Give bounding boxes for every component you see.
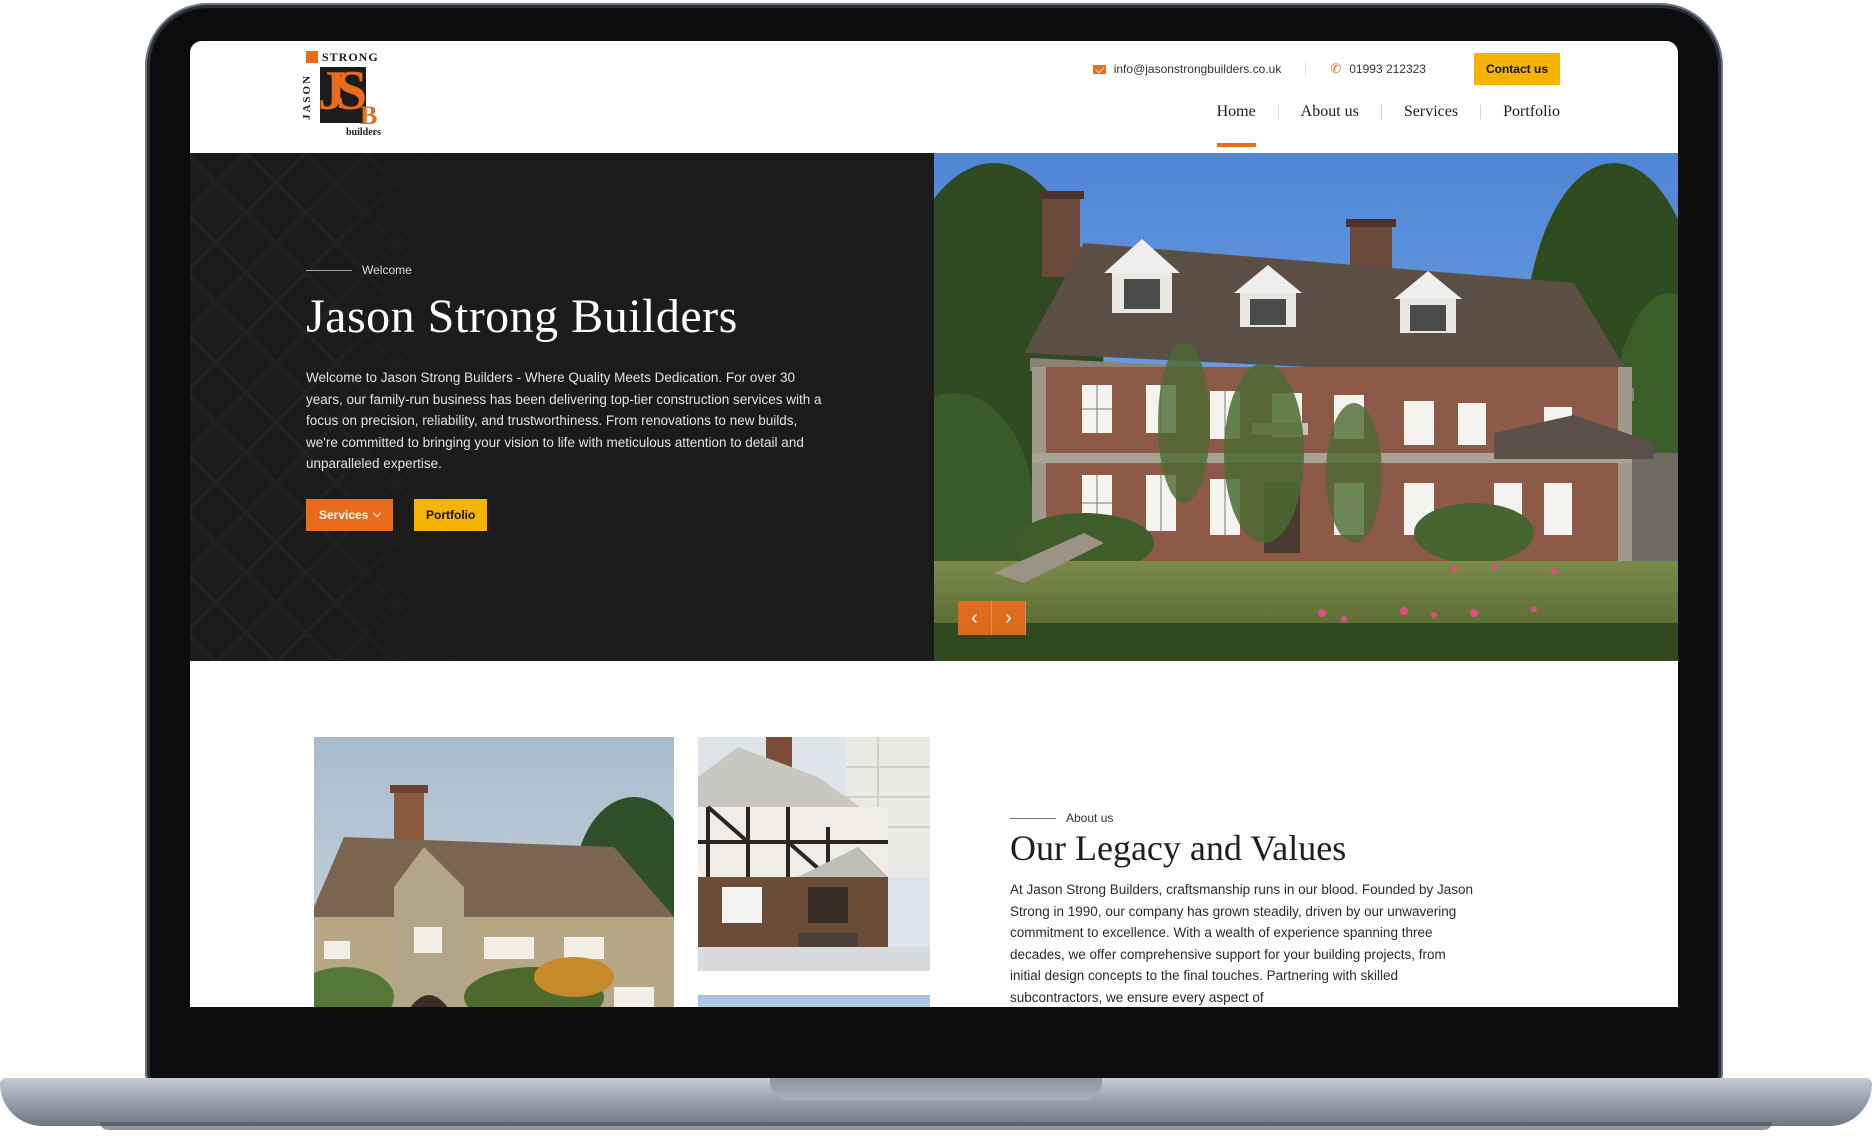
hero-section: Welcome Jason Strong Builders Welcome to… xyxy=(190,153,1678,661)
nav-home[interactable]: Home xyxy=(1216,97,1256,147)
laptop-frame: STRONG JASON JS B builders info@jasonstr… xyxy=(150,8,1718,1082)
portfolio-button[interactable]: Portfolio xyxy=(414,499,488,531)
phone-text: 01993 212323 xyxy=(1349,62,1426,76)
chevron-down-icon xyxy=(373,508,382,518)
hero-title: Jason Strong Builders xyxy=(306,290,738,343)
hero-eyebrow-text: Welcome xyxy=(362,263,412,277)
nav-about-us[interactable]: About us xyxy=(1301,97,1359,127)
main-nav: Home About us Services Portfolio xyxy=(1216,97,1560,147)
nav-services[interactable]: Services xyxy=(1404,97,1458,127)
hero-eyebrow: Welcome xyxy=(306,263,412,277)
topbar-divider xyxy=(1305,62,1307,76)
about-description: At Jason Strong Builders, craftsmanship … xyxy=(1010,882,1474,1005)
about-image-tudor xyxy=(698,737,930,971)
eyebrow-line xyxy=(1010,817,1056,819)
about-eyebrow: About us xyxy=(1010,811,1113,825)
chevron-right-icon: › xyxy=(1005,606,1012,629)
manor-house-photo xyxy=(934,153,1678,661)
eyebrow-line xyxy=(306,269,352,271)
chevron-left-icon: ‹ xyxy=(971,606,978,629)
cottage-photo xyxy=(314,737,674,1007)
hero-slider-image: ‹ › xyxy=(934,153,1678,661)
logo-square xyxy=(306,51,318,63)
services-button[interactable]: Services xyxy=(306,499,394,531)
laptop-notch xyxy=(770,1078,1102,1100)
phone-icon: ✆ xyxy=(1330,61,1342,76)
laptop-base xyxy=(0,1078,1872,1126)
mail-icon xyxy=(1092,64,1106,74)
slider-prev-button[interactable]: ‹ xyxy=(958,601,992,635)
nav-divider xyxy=(1380,105,1382,119)
tudor-house-photo xyxy=(698,737,930,971)
email-link[interactable]: info@jasonstrongbuilders.co.uk xyxy=(1092,62,1282,76)
slider-controls: ‹ › xyxy=(958,601,1026,635)
logo-builders-text: builders xyxy=(346,127,382,138)
nav-divider xyxy=(1277,105,1279,119)
phone-link[interactable]: ✆ 01993 212323 xyxy=(1330,61,1426,77)
browser-viewport: STRONG JASON JS B builders info@jasonstr… xyxy=(190,41,1678,1007)
email-text: info@jasonstrongbuilders.co.uk xyxy=(1113,62,1282,76)
hero-description: Welcome to Jason Strong Builders - Where… xyxy=(306,370,822,471)
about-image-cottage xyxy=(314,737,674,1007)
logo-initials: JS xyxy=(318,60,367,122)
contact-topbar: info@jasonstrongbuilders.co.uk ✆ 01993 2… xyxy=(1092,53,1560,85)
nav-divider xyxy=(1480,105,1482,119)
laptop-base-shadow xyxy=(100,1122,1772,1130)
about-eyebrow-text: About us xyxy=(1066,811,1114,825)
contact-us-button[interactable]: Contact us xyxy=(1473,53,1560,85)
about-title: Our Legacy and Values xyxy=(1010,828,1347,868)
services-button-label: Services xyxy=(319,508,369,522)
hero-text-panel: Welcome Jason Strong Builders Welcome to… xyxy=(190,153,934,661)
nav-portfolio[interactable]: Portfolio xyxy=(1503,97,1560,127)
site-logo[interactable]: STRONG JASON JS B builders xyxy=(301,50,386,139)
logo-jason-text: JASON xyxy=(301,73,314,121)
about-image-sky xyxy=(698,995,930,1007)
site-header: STRONG JASON JS B builders info@jasonstr… xyxy=(190,41,1678,153)
slider-next-button[interactable]: › xyxy=(992,601,1026,635)
